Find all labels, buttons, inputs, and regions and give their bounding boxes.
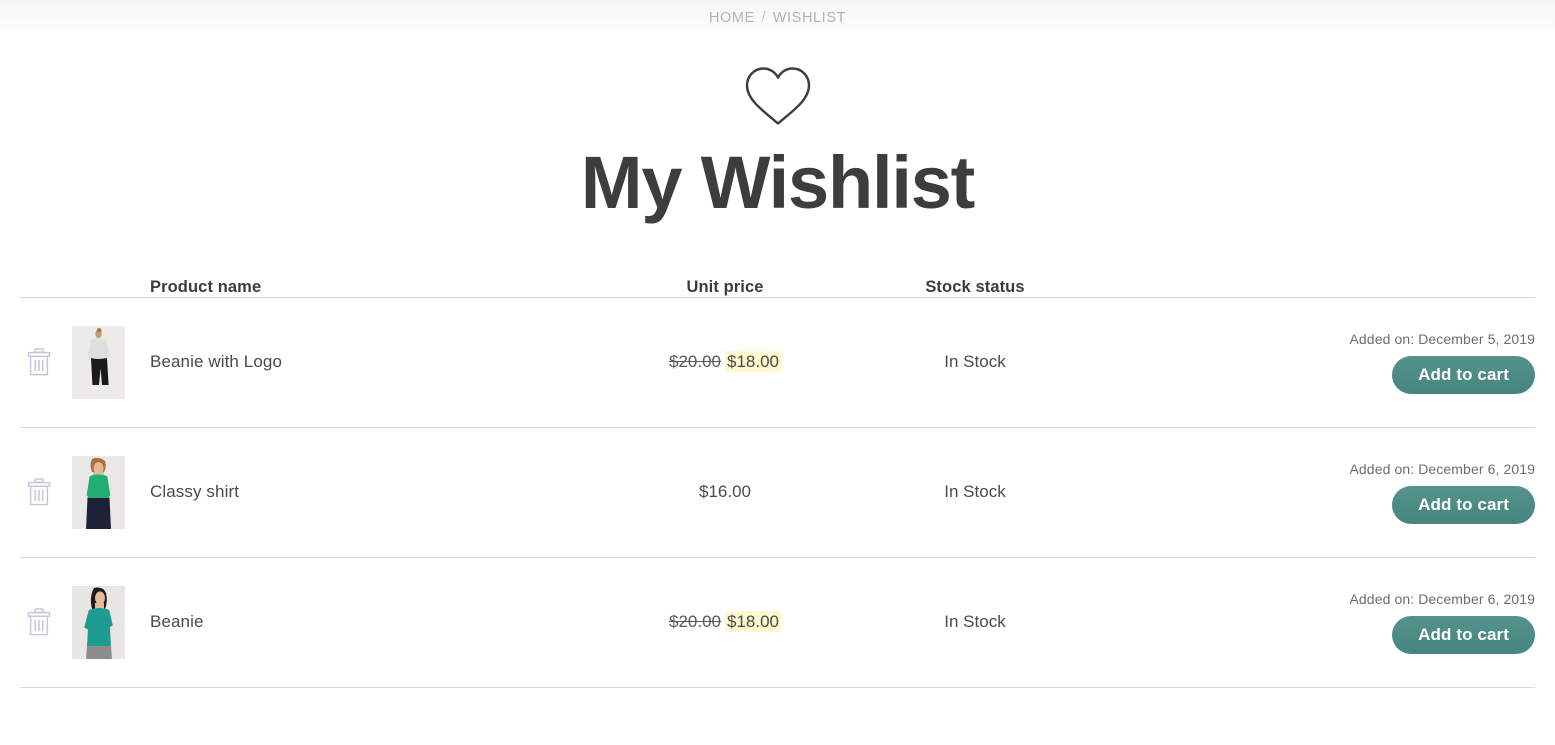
price-regular: $16.00 [699, 482, 751, 502]
cell-unit-price: $16.00 [600, 427, 850, 557]
cell-thumbnail [72, 297, 150, 427]
cell-remove [20, 427, 72, 557]
cell-actions: Added on: December 6, 2019 Add to cart [1100, 557, 1535, 687]
breadcrumb: HOME / WISHLIST [709, 10, 846, 26]
price-original: $20.00 [669, 352, 721, 372]
table-body: Beanie with Logo $20.00 $18.00 In Stock A… [20, 297, 1535, 688]
product-thumbnail[interactable] [72, 455, 125, 529]
remove-item-button[interactable] [26, 607, 52, 637]
cell-unit-price: $20.00 $18.00 [600, 297, 850, 427]
table-row: Beanie $20.00 $18.00 In Stock Added on: D… [20, 557, 1535, 688]
th-unit-price: Unit price [686, 277, 764, 296]
product-name[interactable]: Classy shirt [150, 427, 600, 557]
added-on-label: Added on: December 6, 2019 [1349, 460, 1535, 477]
price-original: $20.00 [669, 612, 721, 632]
table-head: Product name Unit price Stock status [20, 278, 1535, 298]
stock-status: In Stock [944, 482, 1006, 502]
cell-actions: Added on: December 5, 2019 Add to cart [1100, 297, 1535, 427]
heart-icon [0, 64, 1555, 128]
cell-thumbnail [72, 427, 150, 557]
th-actions [1100, 278, 1535, 298]
product-name[interactable]: Beanie with Logo [150, 297, 600, 427]
th-thumbnail [72, 278, 150, 298]
th-stock-status: Stock status [925, 277, 1025, 296]
breadcrumb-separator: / [761, 10, 767, 26]
product-thumbnail[interactable] [72, 325, 125, 399]
price-sale: $18.00 [725, 611, 781, 633]
price-sale: $18.00 [725, 351, 781, 373]
table-row: Classy shirt $16.00 In Stock Added on: D… [20, 427, 1535, 558]
trash-icon [26, 608, 52, 640]
trash-icon [26, 348, 52, 380]
add-to-cart-button[interactable]: Add to cart [1392, 355, 1535, 394]
added-on-label: Added on: December 6, 2019 [1349, 590, 1535, 607]
wishlist-table: Product name Unit price Stock status Bea… [20, 278, 1535, 688]
product-name[interactable]: Beanie [150, 557, 600, 687]
th-product-name: Product name [150, 277, 262, 296]
table-row: Beanie with Logo $20.00 $18.00 In Stock A… [20, 297, 1535, 428]
page-header: My Wishlist [0, 36, 1555, 222]
breadcrumb-current: WISHLIST [772, 10, 847, 26]
add-to-cart-button[interactable]: Add to cart [1392, 615, 1535, 654]
th-remove [20, 278, 72, 298]
added-on-label: Added on: December 5, 2019 [1349, 330, 1535, 347]
remove-item-button[interactable] [26, 347, 52, 377]
cell-remove [20, 297, 72, 427]
stock-status: In Stock [944, 352, 1006, 372]
table-header-row: Product name Unit price Stock status [20, 278, 1535, 298]
cell-thumbnail [72, 557, 150, 687]
breadcrumb-bar: HOME / WISHLIST [0, 0, 1555, 36]
add-to-cart-button[interactable]: Add to cart [1392, 485, 1535, 524]
remove-item-button[interactable] [26, 477, 52, 507]
breadcrumb-home-link[interactable]: HOME [709, 10, 755, 26]
page-title: My Wishlist [580, 141, 975, 224]
product-thumbnail[interactable] [72, 585, 125, 659]
stock-status: In Stock [944, 612, 1006, 632]
trash-icon [26, 478, 52, 510]
cell-unit-price: $20.00 $18.00 [600, 557, 850, 687]
cell-actions: Added on: December 6, 2019 Add to cart [1100, 427, 1535, 557]
cell-remove [20, 557, 72, 687]
wishlist-container: Product name Unit price Stock status Bea… [0, 278, 1555, 688]
